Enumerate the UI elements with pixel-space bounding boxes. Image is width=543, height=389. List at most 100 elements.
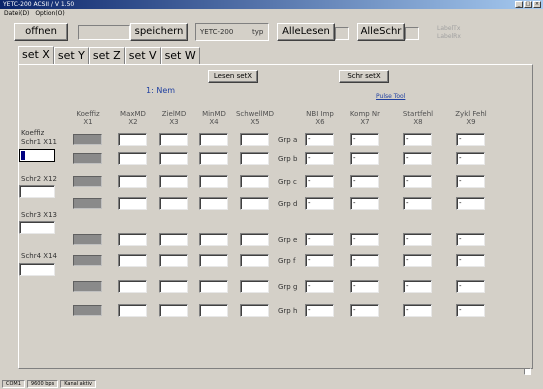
param-field[interactable]	[118, 233, 147, 246]
group-param-field[interactable]: -	[305, 254, 334, 267]
param-field[interactable]	[118, 254, 147, 267]
label-tx: LabelTx	[437, 25, 461, 32]
param-field[interactable]	[159, 133, 188, 146]
tab-set-v[interactable]: set V	[124, 47, 161, 64]
group-param-field[interactable]: -	[305, 175, 334, 188]
param-field[interactable]	[240, 133, 269, 146]
group-param-field[interactable]: -	[403, 304, 432, 317]
pulse-tool-link[interactable]: Pulse Tool	[376, 93, 405, 100]
group-param-field[interactable]: -	[403, 233, 432, 246]
read-all-button[interactable]: AlleLesen	[277, 23, 335, 41]
param-field[interactable]	[159, 175, 188, 188]
device-name: YETC-200	[200, 28, 234, 36]
schr1-field[interactable]	[19, 149, 55, 162]
write-set-button[interactable]: Schr setX	[339, 70, 389, 83]
param-field[interactable]	[118, 175, 147, 188]
group-param-field[interactable]: -	[403, 280, 432, 293]
param-field[interactable]	[199, 304, 228, 317]
column-header: Komp Nr X7	[345, 110, 385, 126]
param-field[interactable]	[199, 254, 228, 267]
param-field[interactable]	[118, 152, 147, 165]
param-field[interactable]	[118, 133, 147, 146]
group-param-field[interactable]: -	[305, 133, 334, 146]
open-button[interactable]: offnen	[14, 23, 68, 41]
param-field[interactable]	[240, 304, 269, 317]
menu-datei[interactable]: Datei(D)	[4, 9, 29, 18]
schr3-label: Schr3 X13	[21, 211, 57, 219]
column-header: MaxMD X2	[113, 110, 153, 126]
group-param-field[interactable]: -	[350, 254, 379, 267]
group-param-field[interactable]: -	[350, 133, 379, 146]
status-baud: 9600 bps	[26, 380, 59, 388]
tab-set-x[interactable]: set X	[18, 46, 54, 64]
save-button[interactable]: speichern	[130, 23, 188, 41]
group-param-field[interactable]: -	[305, 152, 334, 165]
column-header-name: MaxMD	[120, 110, 146, 118]
param-field[interactable]	[118, 304, 147, 317]
param-field[interactable]	[240, 175, 269, 188]
maximize-icon[interactable]: □	[524, 1, 532, 8]
tab-set-w[interactable]: set W	[160, 47, 200, 64]
resize-grip-icon[interactable]	[524, 368, 531, 375]
group-param-field[interactable]: -	[403, 175, 432, 188]
param-field[interactable]	[240, 254, 269, 267]
minimize-icon[interactable]: _	[515, 1, 523, 8]
group-param-field[interactable]: -	[456, 304, 485, 317]
group-param-field[interactable]: -	[305, 304, 334, 317]
param-field[interactable]	[240, 197, 269, 210]
group-param-field[interactable]: -	[350, 152, 379, 165]
param-field[interactable]	[118, 280, 147, 293]
param-field[interactable]	[240, 152, 269, 165]
group-param-field[interactable]: -	[456, 175, 485, 188]
param-field[interactable]	[159, 254, 188, 267]
group-param-field[interactable]: -	[456, 254, 485, 267]
group-param-field[interactable]: -	[350, 197, 379, 210]
group-param-field[interactable]: -	[305, 197, 334, 210]
param-field[interactable]	[240, 233, 269, 246]
group-param-field[interactable]: -	[305, 233, 334, 246]
read-set-button[interactable]: Lesen setX	[208, 70, 258, 83]
param-field[interactable]	[199, 133, 228, 146]
tab-set-y[interactable]: set Y	[53, 47, 89, 64]
param-field[interactable]	[118, 197, 147, 210]
group-param-field[interactable]: -	[456, 133, 485, 146]
group-param-field[interactable]: -	[456, 197, 485, 210]
column-header-name: MinMD	[202, 110, 226, 118]
group-param-field[interactable]: -	[305, 280, 334, 293]
param-field[interactable]	[159, 304, 188, 317]
group-param-field[interactable]: -	[350, 175, 379, 188]
schr3-field[interactable]	[19, 221, 55, 234]
schr4-field[interactable]	[19, 263, 55, 276]
group-param-field[interactable]: -	[456, 280, 485, 293]
param-field[interactable]	[159, 233, 188, 246]
group-param-field[interactable]: -	[403, 254, 432, 267]
schr2-field[interactable]	[19, 185, 55, 198]
param-field[interactable]	[199, 233, 228, 246]
group-param-field[interactable]: -	[403, 197, 432, 210]
group-param-field[interactable]: -	[403, 133, 432, 146]
write-all-button[interactable]: AlleSchr	[357, 23, 405, 41]
column-header: MinMD X4	[194, 110, 234, 126]
param-field[interactable]	[199, 152, 228, 165]
param-field[interactable]	[159, 280, 188, 293]
group-param-field[interactable]: -	[350, 280, 379, 293]
param-field[interactable]	[199, 280, 228, 293]
group-param-field[interactable]: -	[456, 152, 485, 165]
group-param-field[interactable]: -	[403, 152, 432, 165]
group-param-field[interactable]: -	[350, 304, 379, 317]
koeffiz-cell	[73, 255, 102, 266]
group-label: Grp e	[278, 236, 298, 244]
close-icon[interactable]: ×	[533, 1, 541, 8]
param-field[interactable]	[199, 175, 228, 188]
param-field[interactable]	[159, 197, 188, 210]
group-param-field[interactable]: -	[456, 233, 485, 246]
column-header-code: X7	[360, 118, 370, 126]
param-field[interactable]	[199, 197, 228, 210]
group-param-field[interactable]: -	[350, 233, 379, 246]
param-field[interactable]	[240, 280, 269, 293]
column-header-name: Koeffiz	[76, 110, 100, 118]
menu-option[interactable]: Option(O)	[35, 9, 64, 18]
window-title: YETC-200 ACSII / V 1.50	[3, 1, 75, 8]
param-field[interactable]	[159, 152, 188, 165]
tab-set-z[interactable]: set Z	[88, 47, 125, 64]
